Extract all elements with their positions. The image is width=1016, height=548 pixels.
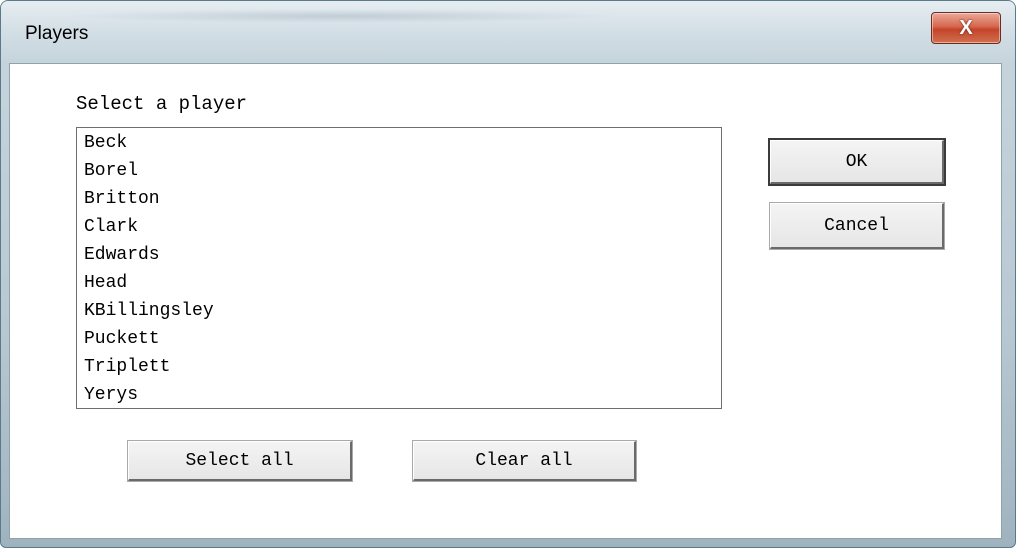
clear-all-button[interactable]: Clear all xyxy=(412,440,637,482)
close-button[interactable]: X xyxy=(931,12,1001,44)
list-item[interactable]: Head xyxy=(84,273,127,293)
list-item[interactable]: KBillingsley xyxy=(84,301,214,321)
dialog-client-area: Select a player Beck Borel Britton Clark… xyxy=(9,63,1002,539)
list-item[interactable]: Beck xyxy=(84,133,127,153)
list-item[interactable]: Edwards xyxy=(84,245,160,265)
list-item[interactable]: Clark xyxy=(84,217,138,237)
select-player-label: Select a player xyxy=(76,93,248,115)
close-icon: X xyxy=(959,16,973,39)
list-item[interactable]: Borel xyxy=(84,161,138,181)
window-title: Players xyxy=(25,23,89,44)
list-item[interactable]: Yerys xyxy=(84,385,138,405)
cancel-button[interactable]: Cancel xyxy=(769,202,945,250)
players-listbox[interactable]: Beck Borel Britton Clark Edwards Head KB… xyxy=(76,127,722,409)
players-dialog-window: Players X Select a player Beck Borel Bri… xyxy=(0,0,1016,548)
select-all-button[interactable]: Select all xyxy=(127,440,353,482)
list-item[interactable]: Britton xyxy=(84,189,160,209)
list-item[interactable]: Puckett xyxy=(84,329,160,349)
ok-button[interactable]: OK xyxy=(768,138,946,186)
title-bar[interactable]: Players X xyxy=(1,1,1015,59)
list-item[interactable]: Triplett xyxy=(84,357,170,377)
